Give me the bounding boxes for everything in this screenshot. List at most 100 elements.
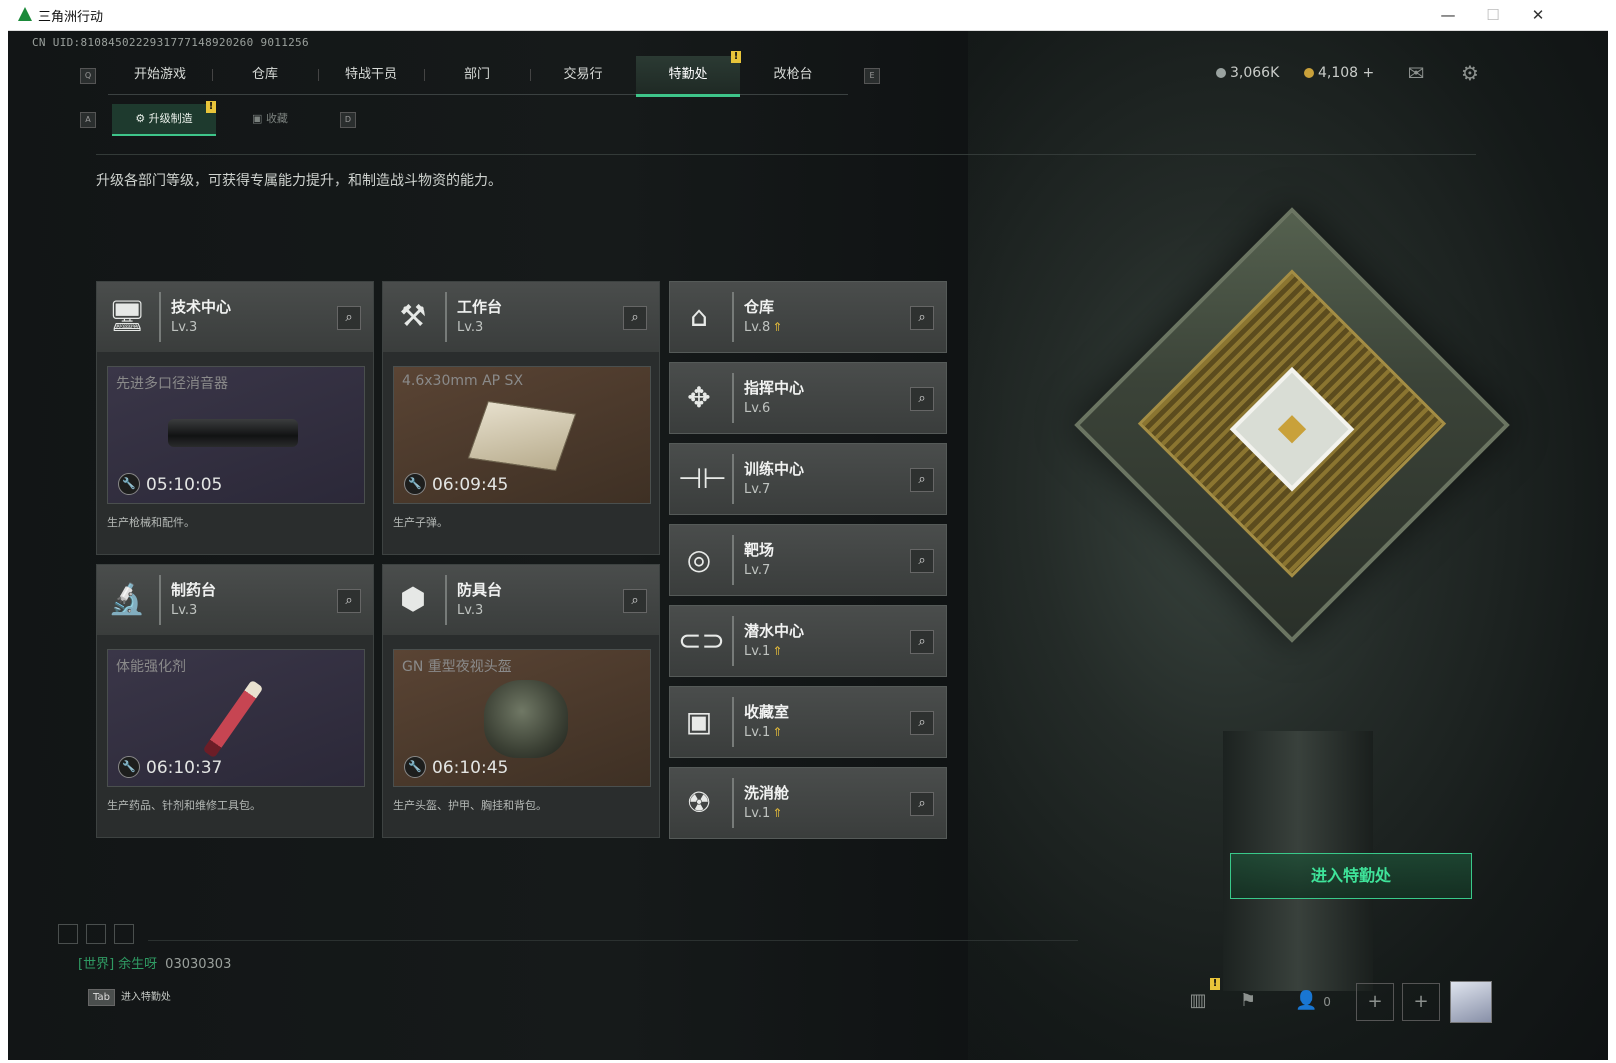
tab-gunsmith[interactable]: 改枪台: [741, 56, 845, 94]
card-title: 制药台: [171, 581, 217, 599]
currency-havoc[interactable]: 3,066K: [1216, 65, 1279, 81]
card-title: 技术中心: [171, 298, 232, 316]
department-level-value: Lv.1: [744, 725, 771, 740]
upgrade-available-icon: ⇑: [772, 644, 783, 658]
department-card-training-center[interactable]: ⊣⊢ 训练中心 Lv.7 ⌕: [669, 443, 947, 515]
close-button[interactable]: ✕: [1518, 4, 1558, 26]
quick-slot[interactable]: [86, 924, 106, 944]
production-slot[interactable]: 体能强化剂 🔧 06:10:37: [107, 649, 365, 787]
chat-channel: [世界]: [78, 957, 115, 972]
department-name: 收藏室: [744, 703, 790, 721]
department-name: 潜水中心: [744, 622, 805, 640]
search-icon[interactable]: ⌕: [910, 387, 934, 411]
cube-core-dot: [1277, 415, 1307, 444]
target-icon: ◎: [686, 543, 712, 576]
item-name: GN 重型夜视头盔: [402, 659, 512, 675]
search-icon[interactable]: ⌕: [910, 711, 934, 735]
tab-departments[interactable]: 部门: [425, 56, 529, 94]
tab-operators[interactable]: 特战干员: [319, 56, 423, 94]
production-slot[interactable]: 先进多口径消音器 🔧 05:10:05: [107, 366, 365, 504]
tab-warehouse[interactable]: 仓库: [213, 56, 317, 94]
tab-key-chip: Tab: [88, 989, 115, 1006]
production-card-workbench[interactable]: ⚒ 工作台 Lv.3 ⌕ 4.6x30mm AP SX 🔧 06:09:45 生…: [382, 281, 660, 555]
maximize-button[interactable]: ☐: [1473, 4, 1513, 26]
add-slot-icon[interactable]: +: [1402, 983, 1440, 1021]
avatar[interactable]: [1450, 981, 1492, 1023]
search-icon[interactable]: ⌕: [910, 306, 934, 330]
currency-havoc-value: 3,066K: [1230, 65, 1280, 81]
tab-special-ops[interactable]: 特勤处: [636, 56, 740, 97]
subtab-collection-label: 收藏: [265, 112, 288, 125]
item-name: 4.6x30mm AP SX: [402, 373, 524, 389]
wrench-icon: 🔧: [404, 756, 426, 778]
card-description: 生产头盔、护甲、胸挂和背包。: [393, 799, 547, 812]
department-level: Lv.7: [744, 482, 771, 497]
quick-slot[interactable]: [114, 924, 134, 944]
app-logo-icon: [18, 7, 32, 21]
department-card-shooting-range[interactable]: ◎ 靶场 Lv.7 ⌕: [669, 524, 947, 596]
production-card-pharmacy[interactable]: 🔬 制药台 Lv.3 ⌕ 体能强化剂 🔧 06:10:37 生产药品、针剂和维修…: [96, 564, 374, 838]
department-level-value: Lv.8: [744, 320, 771, 335]
card-level: Lv.3: [457, 320, 484, 335]
tab-key-hint[interactable]: Tab 进入特勤处: [88, 988, 171, 1010]
department-card-decon-chamber[interactable]: ☢ 洗消舱 Lv.1 ⇑ ⌕: [669, 767, 947, 839]
department-level: Lv.8 ⇑: [744, 320, 782, 335]
subtab-collection[interactable]: ▣ 收藏: [220, 104, 320, 134]
search-icon[interactable]: ⌕: [910, 792, 934, 816]
computer-icon: 🖥: [107, 299, 147, 334]
title-bar: 三角洲行动 — ☐ ✕: [8, 0, 1608, 31]
search-icon[interactable]: ⌕: [337, 589, 361, 613]
divider: [96, 154, 1476, 155]
player-uid: CN UID:8108450222931777148920260 9011256: [32, 36, 309, 49]
tab-trading[interactable]: 交易行: [531, 56, 635, 94]
search-icon[interactable]: ⌕: [623, 589, 647, 613]
upgrade-available-icon: ⇑: [772, 320, 783, 334]
upgrade-icon: ⚙: [135, 112, 149, 125]
department-card-warehouse[interactable]: ⌂ 仓库 Lv.8 ⇑ ⌕: [669, 281, 947, 353]
production-slot[interactable]: 4.6x30mm AP SX 🔧 06:09:45: [393, 366, 651, 504]
window-title: 三角洲行动: [38, 10, 104, 25]
settings-gear-icon[interactable]: ⚙: [1452, 55, 1488, 91]
page-description: 升级各部门等级，可获得专属能力提升，和制造战斗物资的能力。: [96, 173, 502, 189]
special-ops-cube: [1068, 201, 1510, 643]
cube-body: [1074, 207, 1510, 643]
chat-message[interactable]: [世界] 余生呀 03030303: [78, 953, 231, 972]
special-ops-alert-icon: !: [731, 51, 741, 63]
department-card-command-center[interactable]: ✥ 指挥中心 Lv.6 ⌕: [669, 362, 947, 434]
subtab-upgrade-craft-label: 升级制造: [148, 112, 193, 125]
flag-icon[interactable]: ⚑: [1230, 983, 1266, 1019]
quick-slot[interactable]: [58, 924, 78, 944]
wrench-icon: 🔧: [404, 473, 426, 495]
production-card-armor-bench[interactable]: ⬢ 防具台 Lv.3 ⌕ GN 重型夜视头盔 🔧 06:10:45 生产头盔、护…: [382, 564, 660, 838]
coin-silver-icon: [1216, 68, 1226, 78]
enter-special-ops-button[interactable]: 进入特勤处: [1230, 853, 1472, 899]
tab-start-game[interactable]: 开始游戏: [108, 56, 212, 94]
currency-add-button[interactable]: +: [1363, 65, 1375, 81]
friends-button[interactable]: 👤 0: [1288, 983, 1338, 1019]
card-level: Lv.3: [457, 603, 484, 618]
item-name: 先进多口径消音器: [116, 376, 228, 392]
search-icon[interactable]: ⌕: [910, 549, 934, 573]
coin-gold-icon: [1304, 68, 1314, 78]
subtab-upgrade-craft[interactable]: ⚙ 升级制造: [112, 104, 216, 136]
search-icon[interactable]: ⌕: [337, 306, 361, 330]
add-slot-icon[interactable]: +: [1356, 983, 1394, 1021]
card-header: ⚒ 工作台 Lv.3 ⌕: [383, 282, 659, 352]
search-icon[interactable]: ⌕: [910, 468, 934, 492]
production-slot[interactable]: GN 重型夜视头盔 🔧 06:10:45: [393, 649, 651, 787]
card-divider: [159, 292, 161, 342]
currency-coupon-value: 4,108: [1318, 65, 1359, 81]
currency-coupon[interactable]: 4,108 +: [1304, 65, 1374, 81]
search-icon[interactable]: ⌕: [910, 630, 934, 654]
collection-icon: ▣: [252, 112, 266, 125]
mail-icon[interactable]: ✉: [1398, 55, 1434, 91]
tab-key-hint-label: 进入特勤处: [120, 992, 171, 1003]
department-card-dive-center[interactable]: ⊂⊃ 潜水中心 Lv.1 ⇑ ⌕: [669, 605, 947, 677]
silencer-image: [168, 419, 298, 447]
stats-alert-icon: !: [1210, 978, 1220, 990]
production-card-tech-center[interactable]: 🖥 技术中心 Lv.3 ⌕ 先进多口径消音器 🔧 05:10:05 生产枪械和配…: [96, 281, 374, 555]
search-icon[interactable]: ⌕: [623, 306, 647, 330]
minimize-button[interactable]: —: [1428, 4, 1468, 26]
department-card-collection-room[interactable]: ▣ 收藏室 Lv.1 ⇑ ⌕: [669, 686, 947, 758]
card-divider: [732, 373, 734, 423]
